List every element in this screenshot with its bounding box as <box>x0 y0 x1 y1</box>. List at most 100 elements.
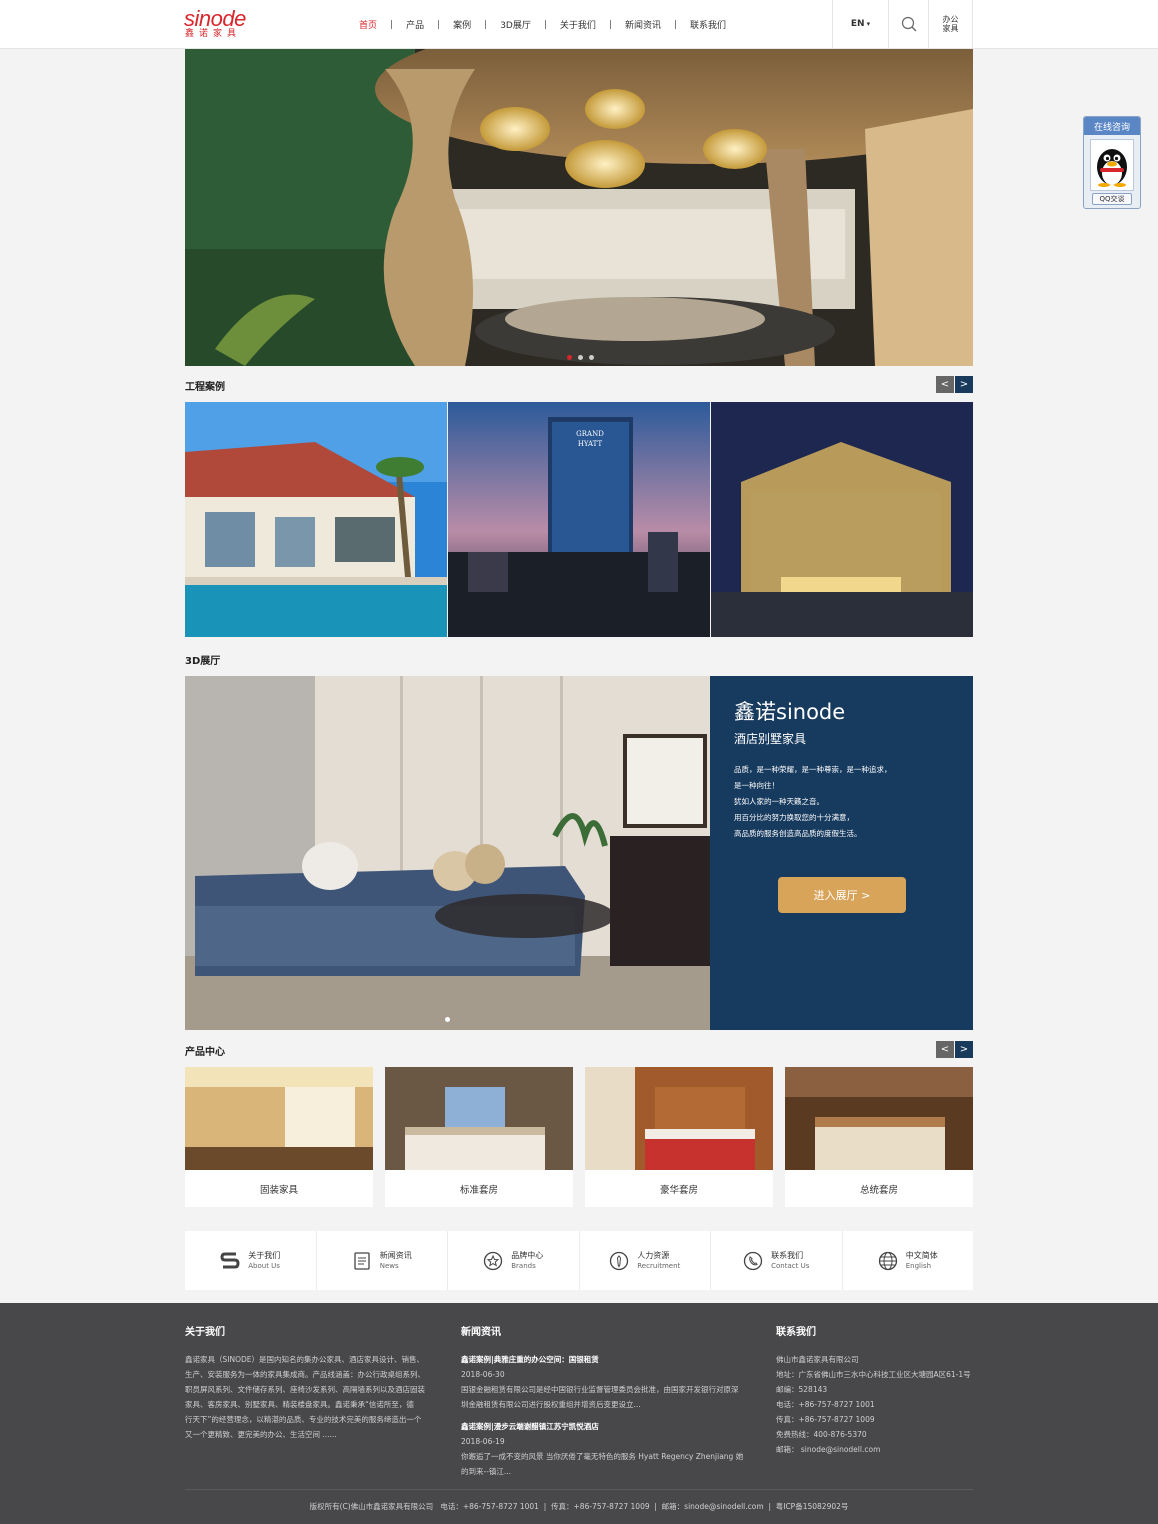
enter-showroom-button[interactable]: 进入展厅 > <box>778 877 906 913</box>
banner-dot[interactable] <box>589 355 594 360</box>
footer-contact-line[interactable]: 邮箱： sinode@sinodell.com <box>776 1442 976 1457</box>
footer-about-line: 家具、客房家具、别墅家具、精装楼盘家具。鑫诺秉承“信诺所至，德 <box>185 1400 414 1409</box>
cases-next-button[interactable]: > <box>955 376 973 393</box>
footer-contact-line: 邮编：528143 <box>776 1385 828 1394</box>
search-button[interactable] <box>888 0 928 48</box>
footer-about: 关于我们 鑫诺家具（SINODE）是国内知名的集办公家具、酒店家具设计、销售、 … <box>185 1323 430 1442</box>
product-name: 总统套房 <box>859 1184 898 1196</box>
office-furniture-link[interactable]: 办公 家具 <box>928 0 973 48</box>
footer-news-item-title[interactable]: 鑫诺案例|漫步云端谢醋镇江苏宁凯悦酒店 <box>461 1419 751 1434</box>
footer-news-item-summary: 你邂逅了一成不变的风景 当你厌倦了毫无特色的服务 Hyatt Regency Z… <box>461 1452 744 1461</box>
showroom-pagination <box>445 1017 450 1022</box>
nav-item-home[interactable]: 首页 <box>346 18 390 31</box>
footer-about-line: 职员屏风系列、文件储存系列、座椅沙发系列、高隔墙系列以及酒店固装 <box>185 1385 425 1394</box>
quick-link-recruitment[interactable]: 人力资源 Recruitment <box>579 1231 710 1290</box>
logo[interactable]: sinode 鑫诺家具 <box>184 8 256 40</box>
language-switch[interactable]: EN ▾ <box>832 0 888 48</box>
search-icon <box>901 16 916 32</box>
nav-item-news[interactable]: 新闻资讯 <box>612 18 674 31</box>
product-image <box>385 1067 573 1170</box>
banner-dot[interactable] <box>578 355 583 360</box>
footer-news-title: 新闻资讯 <box>461 1327 501 1338</box>
footer-about-line: 鑫诺家具（SINODE）是国内知名的集办公家具、酒店家具设计、销售、 <box>185 1355 424 1364</box>
footer-contact-line: 免费热线：400-876-5370 <box>776 1430 867 1439</box>
footer-contact-text: 佛山市鑫诺家具有限公司 地址：广东省佛山市三水中心科技工业区大塘园A区61-1号… <box>776 1352 976 1457</box>
footer-news-item-summary: 的到来--镇江... <box>461 1467 512 1476</box>
products-prev-button[interactable]: < <box>936 1041 954 1058</box>
case-image: GRAND HYATT <box>448 402 710 637</box>
banner-pagination <box>567 355 594 360</box>
product-name: 标准套房 <box>459 1184 498 1196</box>
svg-text:HYATT: HYATT <box>578 440 603 448</box>
main-nav: 首页 | 产品 | 案例 | 3D展厅 | 关于我们 | 新闻资讯 | 联系我们 <box>346 18 739 32</box>
svg-text:GRAND: GRAND <box>576 430 604 438</box>
qq-consult-widget: 在线咨询 QQ交谈 <box>1083 116 1141 209</box>
product-name: 固装家具 <box>259 1184 298 1196</box>
showroom-desc-line: 犹如人家的一种天籁之音。 <box>734 797 824 806</box>
quick-link-label: 中文简体 <box>905 1250 938 1260</box>
quick-link-sublabel: Contact Us <box>771 1261 810 1270</box>
qq-widget-title: 在线咨询 <box>1084 117 1140 135</box>
showroom-desc-line: 品质，是一种荣耀，是一种尊崇，是一种追求， <box>734 765 892 774</box>
products-carousel-controls: < > <box>936 1041 973 1058</box>
footer-copyright: 版权所有(C)佛山市鑫诺家具有限公司 电话：+86-757-8727 1001 … <box>309 1502 849 1511</box>
cases-prev-button[interactable]: < <box>936 376 954 393</box>
footer-about-text: 鑫诺家具（SINODE）是国内知名的集办公家具、酒店家具设计、销售、 生产、安装… <box>185 1352 430 1442</box>
nav-item-contact[interactable]: 联系我们 <box>677 18 739 31</box>
product-card[interactable]: 标准套房 <box>385 1067 573 1207</box>
quick-link-news[interactable]: 新闻资讯 News <box>316 1231 447 1290</box>
footer-news-item-title[interactable]: 鑫诺案例|典雅庄重的办公空间：国银租赁 <box>461 1352 751 1367</box>
nav-item-cases[interactable]: 案例 <box>440 18 484 31</box>
office-link-line2: 家具 <box>942 24 959 33</box>
globe-icon <box>878 1251 898 1271</box>
case-card-villa[interactable] <box>185 402 447 637</box>
qq-chat-button[interactable]: QQ交谈 <box>1092 193 1132 205</box>
quick-links-bar: 关于我们 About Us 新闻资讯 News 品牌中心 Brands 人力资源 Rec… <box>185 1231 973 1290</box>
footer-news: 新闻资讯 鑫诺案例|典雅庄重的办公空间：国银租赁 2018-06-30 国银金融… <box>461 1323 751 1479</box>
nav-item-products[interactable]: 产品 <box>393 18 437 31</box>
quick-link-language[interactable]: 中文简体 English <box>842 1231 973 1290</box>
product-image <box>585 1067 773 1170</box>
case-image <box>185 402 447 637</box>
footer-about-line: 又一个更精致、更完美的办公、生活空间 ...... <box>185 1430 337 1439</box>
showroom-info-panel: 鑫诺sinode 酒店别墅家具 品质，是一种荣耀，是一种尊崇，是一种追求， 是一… <box>710 676 973 1030</box>
showroom-description: 品质，是一种荣耀，是一种尊崇，是一种追求， 是一种向往！ 犹如人家的一种天籁之音… <box>734 762 949 842</box>
product-name: 豪华套房 <box>659 1184 698 1196</box>
section-title-products: 产品中心 <box>185 1047 225 1058</box>
hero-banner[interactable] <box>185 49 973 366</box>
footer-contact-title: 联系我们 <box>776 1327 816 1338</box>
quick-link-brands[interactable]: 品牌中心 Brands <box>448 1231 579 1290</box>
footer-news-item-date: 2018-06-30 <box>461 1370 505 1379</box>
case-card-hotel-night[interactable] <box>711 402 973 637</box>
nav-item-about[interactable]: 关于我们 <box>547 18 609 31</box>
qq-penguin-icon[interactable] <box>1090 139 1134 191</box>
site-header: sinode 鑫诺家具 首页 | 产品 | 案例 | 3D展厅 | 关于我们 |… <box>0 0 1158 49</box>
banner-dot[interactable] <box>567 355 572 360</box>
nav-item-3d-showroom[interactable]: 3D展厅 <box>487 18 544 31</box>
star-badge-icon <box>483 1251 503 1271</box>
footer-contact-line: 传真：+86-757-8727 1009 <box>776 1415 875 1424</box>
products-next-button[interactable]: > <box>955 1041 973 1058</box>
quick-link-sublabel: English <box>905 1261 932 1270</box>
banner-image <box>185 49 973 366</box>
showroom-image[interactable] <box>185 676 710 1030</box>
case-card-grand-hyatt[interactable]: GRAND HYATT <box>448 402 710 637</box>
quick-link-sublabel: Brands <box>511 1261 536 1270</box>
quick-link-label: 联系我们 <box>771 1250 804 1260</box>
product-card[interactable]: 总统套房 <box>785 1067 973 1207</box>
phone-icon <box>743 1251 763 1271</box>
product-card[interactable]: 豪华套房 <box>585 1067 773 1207</box>
product-card[interactable]: 固装家具 <box>185 1067 373 1207</box>
case-image <box>711 402 973 637</box>
sinode-s-icon <box>220 1251 240 1271</box>
quick-link-label: 人力资源 <box>637 1250 670 1260</box>
showroom-brand: 鑫诺sinode <box>734 700 846 724</box>
showroom-desc-line: 高品质的服务创造高品质的度假生活。 <box>734 829 862 838</box>
quick-link-about[interactable]: 关于我们 About Us <box>185 1231 316 1290</box>
showroom-dot[interactable] <box>445 1017 450 1022</box>
footer-contact-line: 地址：广东省佛山市三水中心科技工业区大塘园A区61-1号 <box>776 1370 971 1379</box>
quick-link-contact[interactable]: 联系我们 Contact Us <box>711 1231 842 1290</box>
section-title-showroom: 3D展厅 <box>185 656 221 667</box>
document-icon <box>352 1251 372 1271</box>
chevron-down-icon: ▾ <box>866 20 871 28</box>
